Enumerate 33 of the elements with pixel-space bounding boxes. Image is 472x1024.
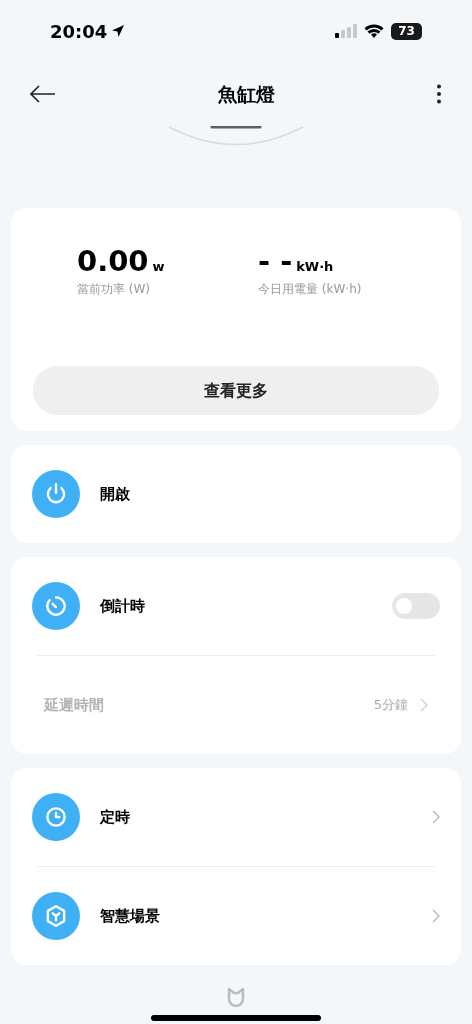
stat-label: 當前功率 (W)	[77, 281, 152, 298]
row-label: 延遲時間	[44, 694, 105, 716]
back-arrow-icon[interactable]	[30, 85, 56, 103]
signal-icon	[335, 24, 357, 38]
page-title: 魚缸燈	[217, 81, 275, 107]
stat-value: - -	[258, 244, 293, 278]
status-time: 20:04	[50, 19, 108, 44]
more-options-icon[interactable]	[436, 84, 442, 104]
toggle-switch[interactable]	[392, 593, 440, 619]
stat-unit: kW·h	[296, 257, 334, 276]
power-icon	[32, 470, 80, 518]
row-label: 倒計時	[100, 595, 146, 617]
row-label: 智慧場景	[100, 905, 161, 927]
chevron-right-icon	[432, 810, 440, 824]
list-row[interactable]: 倒計時	[11, 557, 461, 655]
row-value: 5分鐘	[373, 696, 408, 715]
row-label: 定時	[100, 806, 131, 828]
list-row[interactable]: 開啟	[11, 445, 461, 543]
battery-indicator: 73	[391, 22, 422, 40]
stat-value: 0.00	[77, 244, 149, 278]
list-row[interactable]: 智慧場景	[11, 867, 461, 965]
view-more-button[interactable]: 查看更多	[33, 366, 439, 415]
stat-unit: w	[152, 257, 165, 276]
clock-icon	[32, 793, 80, 841]
row-label: 開啟	[100, 483, 131, 505]
wifi-icon	[364, 24, 384, 38]
chevron-right-icon	[420, 698, 428, 712]
timer-icon	[32, 582, 80, 630]
list-row[interactable]: 定時	[11, 768, 461, 866]
location-arrow-icon	[111, 24, 126, 38]
stat-label: 今日用電量 (kW·h)	[258, 281, 363, 298]
brand-logo-icon	[227, 987, 245, 1007]
chevron-right-icon	[432, 909, 440, 923]
